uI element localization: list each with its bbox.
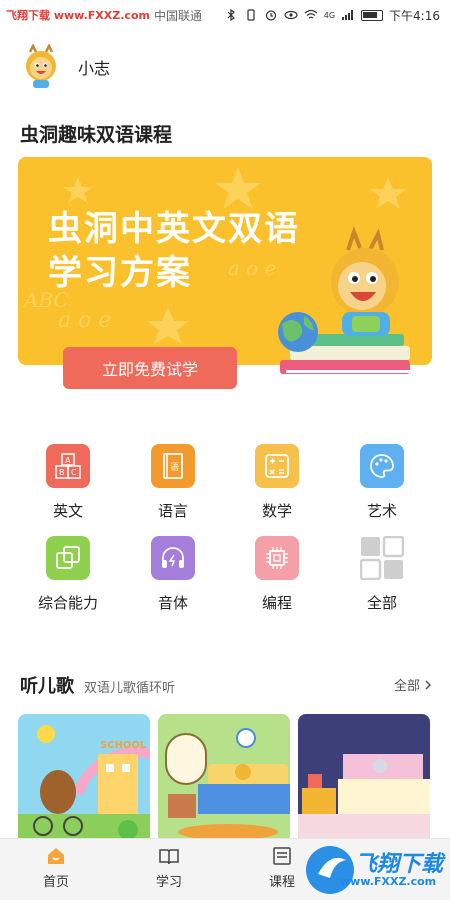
status-left: 飞翔下载 www.FXXZ.com 中国联通 <box>6 7 202 24</box>
carrier-label: 中国联通 <box>153 8 202 23</box>
category-label: 艺术 <box>366 502 397 520</box>
avatar[interactable] <box>18 44 64 90</box>
category-label: 数学 <box>261 502 292 520</box>
battery-icon <box>361 9 384 21</box>
songs-heading: 听儿歌 双语儿歌循环听 <box>20 672 175 698</box>
abc-blocks-icon: ABC <box>46 444 90 488</box>
alarm-icon <box>265 10 276 21</box>
category-label: 语言 <box>157 502 188 520</box>
songs-title: 听儿歌 <box>20 676 74 697</box>
svg-text:SCHOOL: SCHOOL <box>100 740 147 751</box>
category-english[interactable]: ABC 英文 <box>23 444 113 521</box>
nav-study-label: 学习 <box>155 875 182 890</box>
svg-text:B: B <box>59 468 65 477</box>
category-comprehensive[interactable]: 综合能力 <box>23 536 113 613</box>
username: 小志 <box>78 59 111 78</box>
status-right: 4G 下午4:16 <box>224 7 440 24</box>
layers-icon <box>46 536 90 580</box>
calculator-icon <box>255 444 299 488</box>
songs-view-all-link[interactable]: 全部 <box>394 675 432 694</box>
watermark-url: www.FXXZ.com <box>340 875 437 888</box>
svg-text:语: 语 <box>170 462 179 473</box>
status-bar: 飞翔下载 www.FXXZ.com 中国联通 4G 下午4:16 <box>0 0 450 30</box>
book-language-icon: 语 <box>151 444 195 488</box>
category-language[interactable]: 语 语言 <box>128 444 218 521</box>
dragon-mascot-illustration <box>278 226 410 374</box>
banner-title-line1: 虫洞中英文双语 <box>48 209 300 249</box>
svg-text:A: A <box>65 456 71 465</box>
home-icon <box>48 848 64 864</box>
songs-all-label: 全部 <box>393 679 420 694</box>
grid-icon <box>360 536 404 580</box>
course-section-title: 虫洞趣味双语课程 <box>20 124 173 146</box>
headphones-icon <box>151 536 195 580</box>
songs-subtitle: 双语儿歌循环听 <box>84 681 176 696</box>
category-label: 全部 <box>366 594 397 612</box>
svg-text:a o e: a o e <box>58 308 111 333</box>
category-programming[interactable]: 编程 <box>232 536 322 613</box>
vibrate-icon <box>247 9 255 21</box>
eye-icon <box>284 10 298 20</box>
status-time: 下午4:16 <box>389 8 440 23</box>
nav-home-label: 首页 <box>42 875 69 890</box>
free-trial-button[interactable]: 立即免费试学 <box>63 347 237 389</box>
category-label: 英文 <box>52 502 83 520</box>
category-all[interactable]: 全部 <box>337 536 427 613</box>
svg-text:C: C <box>71 468 77 477</box>
category-art[interactable]: 艺术 <box>337 444 427 521</box>
category-label: 编程 <box>261 594 292 612</box>
category-music-sports[interactable]: 音体 <box>128 536 218 613</box>
course-list-icon <box>273 847 291 865</box>
chip-icon <box>255 536 299 580</box>
nav-study[interactable]: 学习 <box>139 845 199 890</box>
wifi-icon <box>304 9 318 19</box>
watermark-top: 飞翔下载 www.FXXZ.com <box>6 9 150 22</box>
category-label: 音体 <box>157 594 188 612</box>
signal-icon <box>342 10 354 20</box>
palette-icon <box>360 444 404 488</box>
song-card-bedroom[interactable] <box>158 714 290 844</box>
nav-home[interactable]: 首页 <box>26 845 86 890</box>
nav-courses-label: 课程 <box>268 875 295 890</box>
category-math[interactable]: 数学 <box>232 444 322 521</box>
profile[interactable]: 小志 <box>18 44 110 90</box>
banner-title: 虫洞中英文双语 学习方案 <box>48 207 300 295</box>
bluetooth-icon <box>227 9 235 21</box>
banner-title-line2: 学习方案 <box>48 253 192 293</box>
open-book-icon <box>159 849 179 865</box>
watermark-text: 飞翔下载 <box>355 852 444 877</box>
category-label: 综合能力 <box>37 594 98 612</box>
song-card-school[interactable]: SCHOOL <box>18 714 150 844</box>
network-type: 4G <box>323 10 336 20</box>
song-card-night[interactable] <box>298 714 430 844</box>
chevron-right-icon <box>425 679 432 690</box>
